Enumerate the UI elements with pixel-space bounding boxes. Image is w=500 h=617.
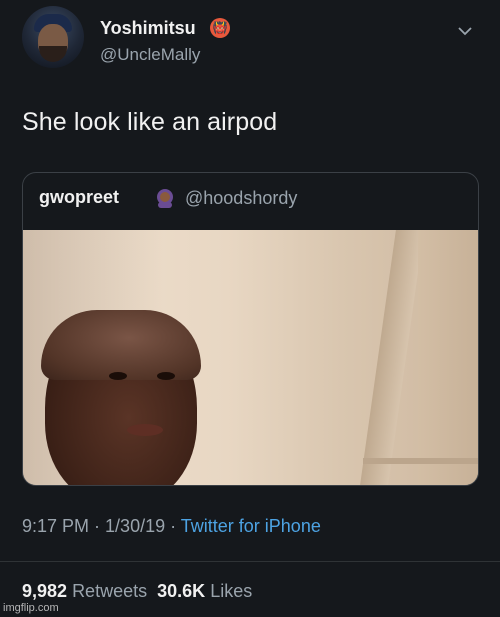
chevron-down-icon[interactable] bbox=[454, 20, 476, 42]
tweet-time[interactable]: 9:17 PM bbox=[22, 516, 89, 536]
tweet-meta: 9:17 PM · 1/30/19 · Twitter for iPhone bbox=[22, 516, 321, 537]
avatar-beard bbox=[39, 46, 67, 62]
likes-stat[interactable]: 30.6K Likes bbox=[157, 581, 252, 601]
photo-lips bbox=[127, 424, 163, 436]
photo-wig-cap bbox=[41, 310, 201, 380]
retweets-stat[interactable]: 9,982 Retweets bbox=[22, 581, 147, 601]
ogre-emoji-icon: 👹 bbox=[210, 18, 230, 38]
imgflip-watermark: imgflip.com bbox=[3, 602, 59, 614]
retweets-count: 9,982 bbox=[22, 581, 68, 601]
author-display-name[interactable]: Yoshimitsu bbox=[100, 18, 196, 39]
author-avatar[interactable] bbox=[22, 6, 84, 68]
tweet-stats: 9,982 Retweets 30.6K Likes bbox=[22, 581, 252, 602]
meta-separator: · bbox=[165, 516, 181, 536]
photo-towel-rail bbox=[363, 458, 478, 464]
quoted-display-name[interactable]: gwopreet bbox=[39, 187, 119, 208]
meta-separator: · bbox=[89, 516, 106, 536]
woman-with-headscarf-emoji-icon bbox=[157, 189, 173, 208]
divider bbox=[0, 561, 500, 562]
quoted-tweet[interactable]: gwopreet @hoodshordy bbox=[22, 172, 479, 486]
tweet-text: She look like an airpod bbox=[22, 108, 278, 136]
photo-door-frame bbox=[360, 230, 424, 485]
photo-door bbox=[418, 230, 478, 485]
likes-label: Likes bbox=[210, 581, 253, 601]
tweet-source-link[interactable]: Twitter for iPhone bbox=[181, 516, 321, 536]
retweets-label: Retweets bbox=[72, 581, 148, 601]
tweet-date[interactable]: 1/30/19 bbox=[105, 516, 165, 536]
likes-count: 30.6K bbox=[157, 581, 206, 601]
author-handle[interactable]: @UncleMally bbox=[100, 45, 200, 65]
quoted-tweet-photo[interactable] bbox=[23, 230, 478, 485]
tweet-header: Yoshimitsu 👹 @UncleMally bbox=[22, 6, 482, 76]
quoted-handle[interactable]: @hoodshordy bbox=[185, 188, 297, 209]
photo-right-eye bbox=[157, 372, 175, 380]
photo-left-eye bbox=[109, 372, 127, 380]
